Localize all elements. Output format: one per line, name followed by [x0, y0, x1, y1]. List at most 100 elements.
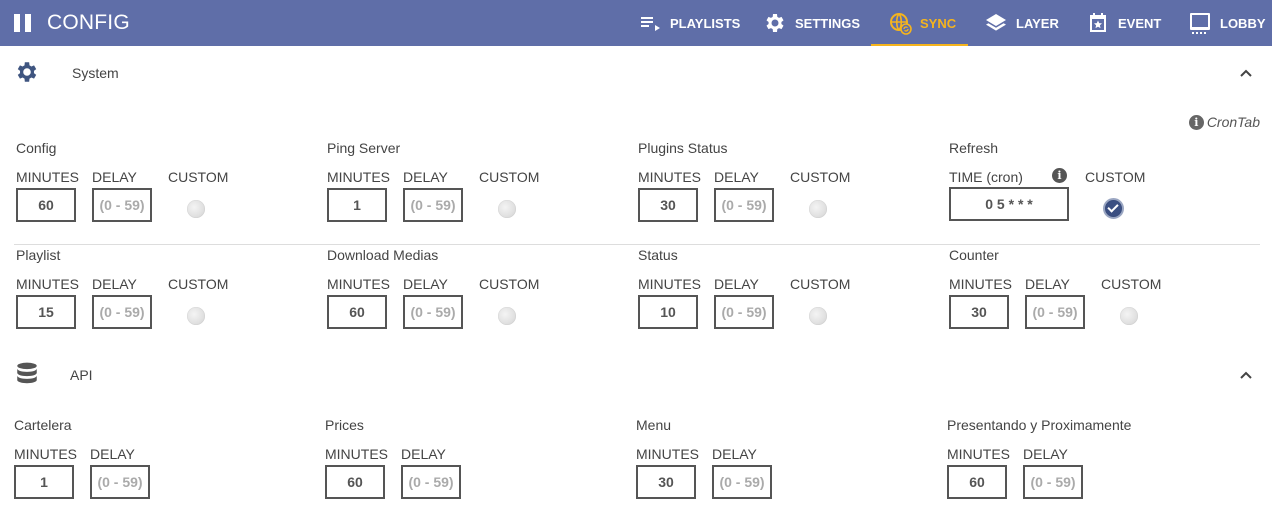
gear-icon: [14, 59, 40, 85]
nav-layer[interactable]: LAYER: [984, 0, 1059, 46]
playlist-group: Playlist MINUTES DELAY CUSTOM 15 (0 - 59…: [16, 247, 316, 337]
group-title: Prices: [325, 417, 364, 433]
custom-toggle[interactable]: [187, 307, 205, 325]
minutes-label: MINUTES: [16, 276, 79, 292]
minutes-input[interactable]: 1: [14, 465, 74, 499]
crontab-label: CronTab: [1206, 114, 1260, 130]
minutes-input[interactable]: 30: [638, 188, 698, 222]
minutes-input[interactable]: 1: [327, 188, 387, 222]
prices-group: Prices MINUTES DELAY 60 (0 - 59): [325, 417, 625, 507]
menu-group: Menu MINUTES DELAY 30 (0 - 59): [636, 417, 936, 507]
delay-label: DELAY: [403, 276, 448, 292]
group-title: Status: [638, 247, 678, 263]
custom-toggle[interactable]: [498, 200, 516, 218]
layers-icon: [984, 11, 1008, 35]
delay-input[interactable]: (0 - 59): [90, 465, 150, 499]
group-title: Menu: [636, 417, 672, 433]
delay-input[interactable]: (0 - 59): [712, 465, 772, 499]
delay-input[interactable]: (0 - 59): [401, 465, 461, 499]
minutes-input[interactable]: 60: [325, 465, 385, 499]
cron-input[interactable]: 0 5 * * *: [949, 187, 1069, 221]
group-title: Refresh: [949, 140, 999, 156]
minutes-input[interactable]: 15: [16, 295, 76, 329]
section-title: API: [70, 367, 93, 383]
delay-input[interactable]: (0 - 59): [403, 295, 463, 329]
custom-label: CUSTOM: [790, 169, 851, 185]
crontab-link[interactable]: i CronTab: [1188, 114, 1260, 130]
minutes-input[interactable]: 30: [636, 465, 696, 499]
group-title: Plugins Status: [638, 140, 728, 156]
delay-input[interactable]: (0 - 59): [714, 188, 774, 222]
nav-playlists[interactable]: PLAYLISTS: [638, 0, 740, 46]
minutes-input[interactable]: 10: [638, 295, 698, 329]
status-group: Status MINUTES DELAY CUSTOM 10 (0 - 59): [638, 247, 938, 337]
group-title: Presentando y Proximamente: [947, 417, 1132, 433]
ping-server-group: Ping Server MINUTES DELAY CUSTOM 1 (0 - …: [327, 140, 627, 230]
delay-label: DELAY: [714, 276, 759, 292]
app-title: CONFIG: [47, 11, 130, 34]
globe-sync-icon: [888, 11, 912, 35]
nav-settings[interactable]: SETTINGS: [763, 0, 860, 46]
minutes-label: MINUTES: [636, 446, 699, 462]
delay-label: DELAY: [92, 276, 137, 292]
custom-label: CUSTOM: [790, 276, 851, 292]
group-title: Ping Server: [327, 140, 401, 156]
delay-input[interactable]: (0 - 59): [92, 295, 152, 329]
nav-event[interactable]: EVENT: [1086, 0, 1161, 46]
group-title: Cartelera: [14, 417, 72, 433]
custom-toggle[interactable]: [1103, 198, 1124, 219]
api-section-header[interactable]: API: [0, 350, 1272, 400]
config-group: Config MINUTES DELAY CUSTOM 60 (0 - 59): [16, 140, 316, 230]
custom-toggle[interactable]: [1120, 307, 1138, 325]
custom-toggle[interactable]: [498, 307, 516, 325]
minutes-label: MINUTES: [947, 446, 1010, 462]
nav-label: EVENT: [1118, 15, 1162, 31]
group-title: Playlist: [16, 247, 61, 263]
gear-icon: [763, 11, 787, 35]
delay-input[interactable]: (0 - 59): [1025, 295, 1085, 329]
custom-label: CUSTOM: [479, 169, 540, 185]
custom-toggle[interactable]: [187, 200, 205, 218]
cartelera-group: Cartelera MINUTES DELAY 1 (0 - 59): [14, 417, 314, 507]
section-title: System: [72, 65, 119, 81]
info-icon[interactable]: i: [1052, 168, 1067, 183]
monitor-icon: [1188, 11, 1212, 35]
delay-input[interactable]: (0 - 59): [92, 188, 152, 222]
minutes-input[interactable]: 30: [949, 295, 1009, 329]
database-icon: [14, 361, 40, 387]
pause-icon[interactable]: [14, 14, 32, 32]
chevron-up-icon[interactable]: [1238, 367, 1254, 383]
delay-label: DELAY: [1025, 276, 1070, 292]
custom-label: CUSTOM: [168, 169, 229, 185]
playlist-play-icon: [638, 11, 662, 35]
nav-sync[interactable]: SYNC: [871, 0, 968, 46]
group-title: Download Medias: [327, 247, 439, 263]
minutes-input[interactable]: 60: [327, 295, 387, 329]
minutes-label: MINUTES: [327, 276, 390, 292]
nav-label: LOBBY: [1220, 15, 1266, 31]
minutes-label: MINUTES: [327, 169, 390, 185]
delay-input[interactable]: (0 - 59): [403, 188, 463, 222]
custom-label: CUSTOM: [168, 276, 229, 292]
delay-input[interactable]: (0 - 59): [714, 295, 774, 329]
minutes-input[interactable]: 60: [16, 188, 76, 222]
info-icon: i: [1188, 114, 1204, 130]
nav-label: PLAYLISTS: [670, 15, 741, 31]
top-bar: CONFIG PLAYLISTS SETTINGS SYNC LAYER EVE…: [0, 0, 1272, 46]
plugins-status-group: Plugins Status MINUTES DELAY CUSTOM 30 (…: [638, 140, 938, 230]
minutes-label: MINUTES: [638, 169, 701, 185]
delay-label: DELAY: [712, 446, 757, 462]
custom-toggle[interactable]: [809, 200, 827, 218]
custom-toggle[interactable]: [809, 307, 827, 325]
delay-input[interactable]: (0 - 59): [1023, 465, 1083, 499]
nav-lobby[interactable]: LOBBY: [1188, 0, 1266, 46]
custom-label: CUSTOM: [1085, 169, 1146, 185]
chevron-up-icon[interactable]: [1238, 65, 1254, 81]
delay-label: DELAY: [90, 446, 135, 462]
system-section-header[interactable]: System: [0, 47, 1272, 97]
minutes-label: MINUTES: [949, 276, 1012, 292]
minutes-input[interactable]: 60: [947, 465, 1007, 499]
delay-label: DELAY: [714, 169, 759, 185]
delay-label: DELAY: [92, 169, 137, 185]
delay-label: DELAY: [1023, 446, 1068, 462]
